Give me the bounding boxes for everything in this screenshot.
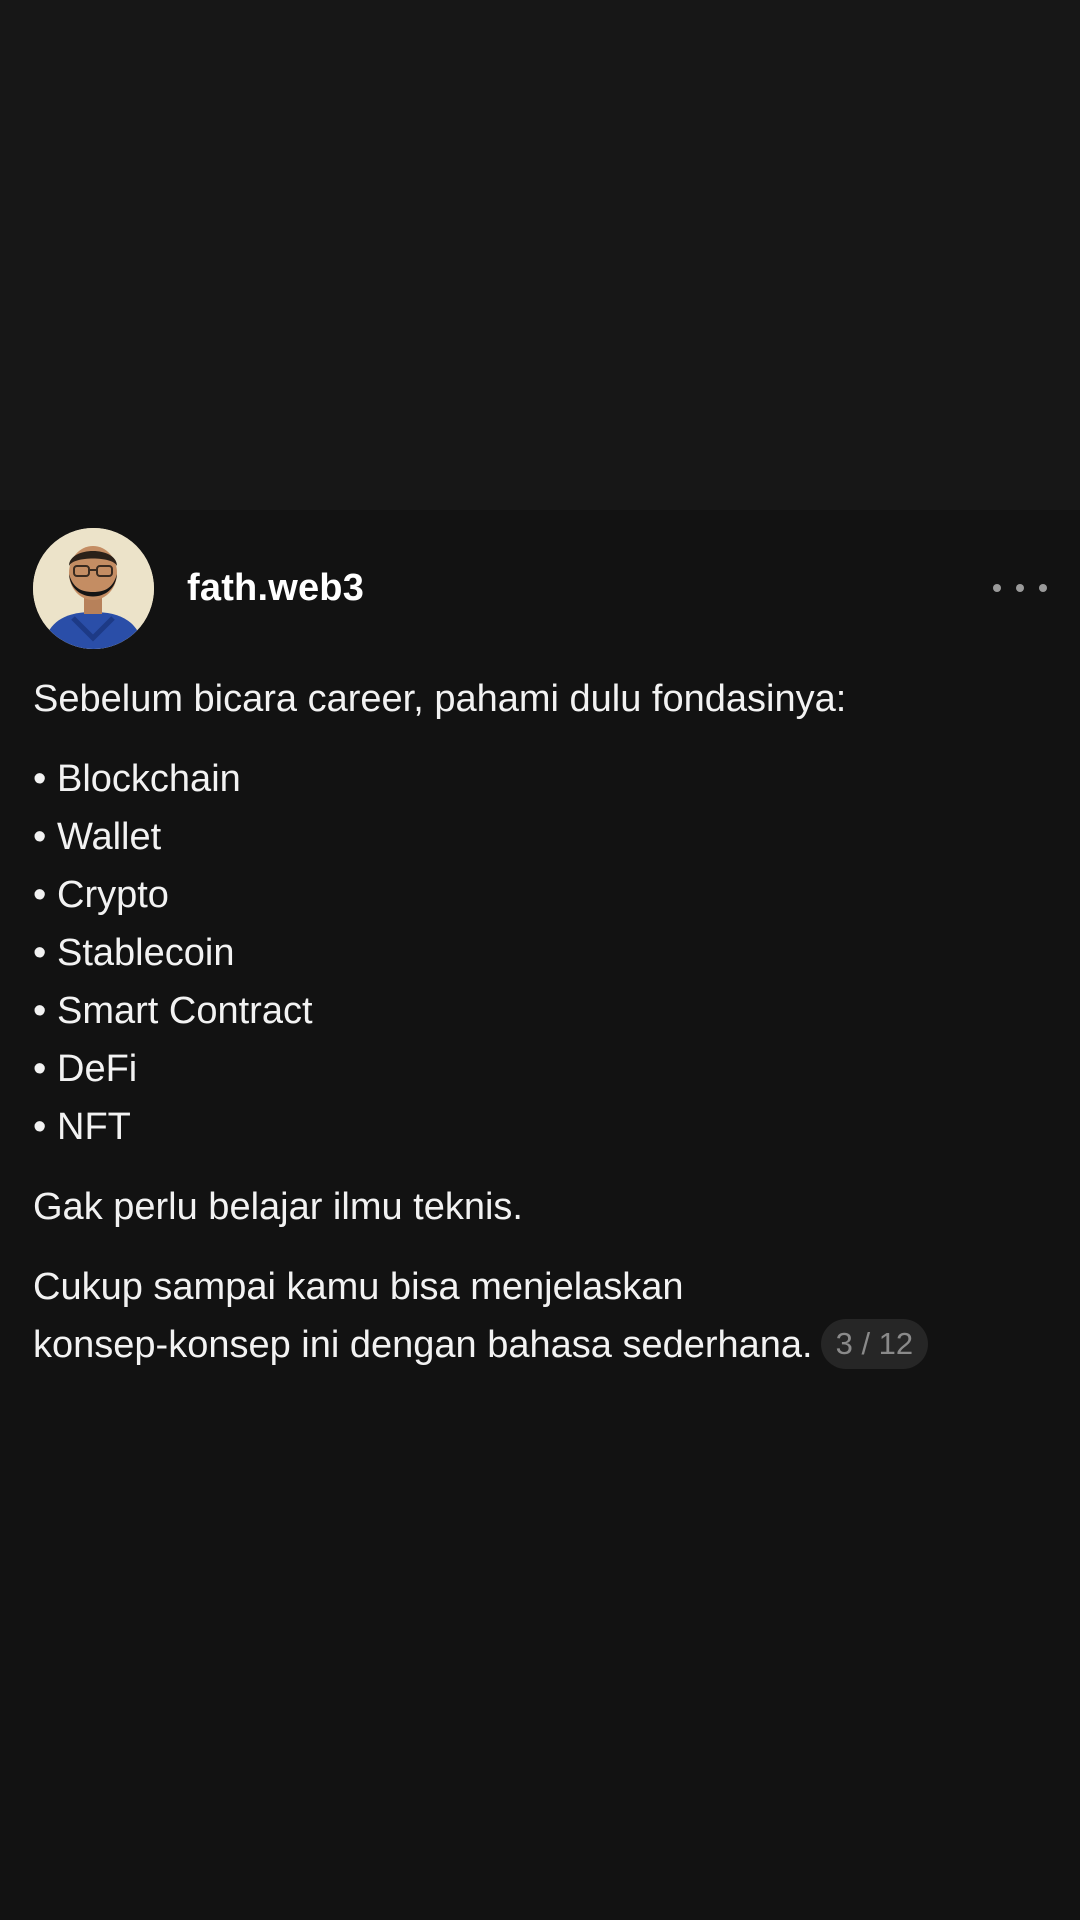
list-item: • Crypto bbox=[33, 874, 169, 916]
paragraph-2-line-1: Cukup sampai kamu bisa menjelaskan bbox=[33, 1266, 684, 1308]
list-item: • Blockchain bbox=[33, 758, 241, 800]
post-card: fath.web3 Sebelum bicara career, pahami … bbox=[0, 510, 1080, 1920]
intro-text: Sebelum bicara career, pahami dulu fonda… bbox=[33, 678, 847, 720]
list-item: • Smart Contract bbox=[33, 990, 313, 1032]
paragraph-2-line-2: konsep-konsep ini dengan bahasa sederhan… bbox=[33, 1324, 813, 1366]
post-header: fath.web3 bbox=[33, 528, 1047, 650]
list-item: • Wallet bbox=[33, 816, 162, 858]
paragraph-2: Cukup sampai kamu bisa menjelaskan konse… bbox=[33, 1258, 1033, 1374]
page-counter-badge: 3 / 12 bbox=[820, 1318, 929, 1369]
list-item: • NFT bbox=[33, 1106, 131, 1148]
topic-list: • Blockchain • Wallet • Crypto • Stablecoin … bbox=[33, 750, 1033, 1156]
paragraph-1: Gak perlu belajar ilmu teknis. bbox=[33, 1186, 523, 1228]
media-placeholder-area bbox=[0, 0, 1080, 510]
post-text: Sebelum bicara career, pahami dulu fonda… bbox=[33, 670, 1033, 1374]
more-options-button[interactable] bbox=[993, 568, 1047, 608]
more-horizontal-icon bbox=[993, 584, 1001, 592]
username-link[interactable]: fath.web3 bbox=[187, 565, 364, 611]
avatar[interactable] bbox=[33, 528, 154, 649]
list-item: • Stablecoin bbox=[33, 932, 235, 974]
list-item: • DeFi bbox=[33, 1048, 138, 1090]
